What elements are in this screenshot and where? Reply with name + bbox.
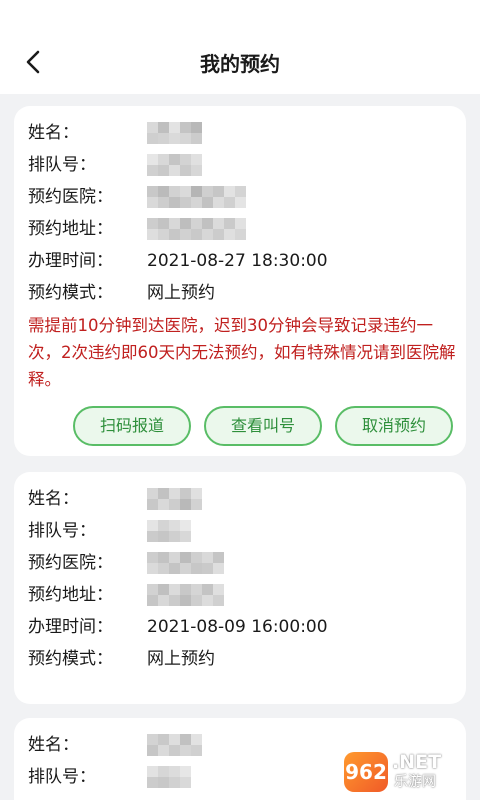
- queue-label: 排队号：: [28, 155, 96, 175]
- cancel-appointment-button[interactable]: 取消预约: [335, 406, 453, 446]
- mode-label: 预约模式：: [28, 649, 113, 669]
- appointment-time: 2021-08-09 16:00:00: [147, 617, 328, 637]
- watermark-logo: 962: [344, 752, 388, 792]
- appointment-mode: 网上预约: [147, 649, 215, 669]
- redacted-queue: [147, 766, 191, 788]
- app-header: 我的预约: [0, 0, 480, 94]
- redacted-address: [147, 584, 224, 606]
- redacted-address: [147, 218, 246, 240]
- name-label: 姓名：: [28, 123, 79, 143]
- mode-label: 预约模式：: [28, 283, 113, 303]
- appointment-card: 姓名： 排队号： 预约医院： 预约地址： 办理时间： 2021-08-27 18…: [14, 106, 466, 456]
- time-label: 办理时间：: [28, 251, 113, 271]
- redacted-queue: [147, 154, 202, 176]
- name-label: 姓名：: [28, 489, 79, 509]
- site-watermark: 962 .NET 乐游网: [344, 752, 472, 792]
- time-label: 办理时间：: [28, 617, 113, 637]
- queue-label: 排队号：: [28, 521, 96, 541]
- watermark-net: .NET: [392, 751, 442, 773]
- redacted-name: [147, 122, 202, 144]
- appointment-time: 2021-08-27 18:30:00: [147, 251, 328, 271]
- redacted-queue: [147, 520, 191, 542]
- name-label: 姓名：: [28, 735, 79, 755]
- address-label: 预约地址：: [28, 585, 113, 605]
- hospital-label: 预约医院：: [28, 553, 113, 573]
- queue-label: 排队号：: [28, 767, 96, 787]
- scan-checkin-button[interactable]: 扫码报道: [73, 406, 191, 446]
- appointment-mode: 网上预约: [147, 283, 215, 303]
- hospital-label: 预约医院：: [28, 187, 113, 207]
- redacted-name: [147, 734, 202, 756]
- watermark-sub: 乐游网: [394, 774, 436, 790]
- view-call-number-button[interactable]: 查看叫号: [204, 406, 322, 446]
- redacted-name: [147, 488, 202, 510]
- redacted-hospital: [147, 552, 224, 574]
- address-label: 预约地址：: [28, 219, 113, 239]
- notice-text: 需提前10分钟到达医院，迟到30分钟会导致记录违约一次，2次违约即60天内无法预…: [28, 316, 456, 389]
- appointment-card: 姓名： 排队号： 预约医院： 预约地址： 办理时间： 2021-08-09 16…: [14, 472, 466, 704]
- page-title: 我的预约: [200, 52, 280, 76]
- redacted-hospital: [147, 186, 246, 208]
